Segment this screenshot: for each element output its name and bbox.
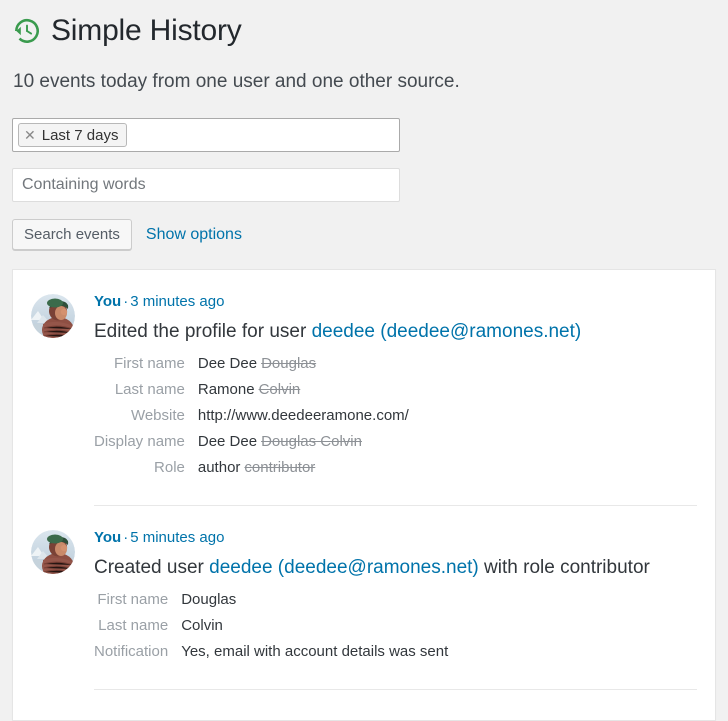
event-headline-pre: Edited the profile for user bbox=[94, 321, 312, 342]
search-filters: ✕ Last 7 days Search events Show options bbox=[0, 118, 728, 250]
meta-separator: · bbox=[123, 293, 129, 310]
event-meta: You · 5 minutes ago bbox=[94, 528, 697, 547]
detail-value: http://www.deedeeramone.com/ bbox=[198, 405, 413, 431]
event-headline-post: with role contributor bbox=[478, 557, 650, 578]
event-item: You · 3 minutes ago Edited the profile for… bbox=[13, 270, 715, 506]
detail-value: Yes, email with account details was sent bbox=[181, 641, 452, 667]
detail-key: Last name bbox=[114, 381, 185, 398]
table-row: First name Douglas bbox=[94, 589, 452, 615]
event-body: You · 3 minutes ago Edited the profile for… bbox=[94, 292, 697, 506]
detail-key: Display name bbox=[94, 433, 185, 450]
table-row: Notification Yes, email with account det… bbox=[94, 641, 452, 667]
event-headline-pre: Created user bbox=[94, 557, 210, 578]
detail-new-value: Dee Dee bbox=[197, 433, 258, 450]
event-body: You · 5 minutes ago Created user deedee (d… bbox=[94, 528, 697, 690]
detail-value: Dee Dee Douglas bbox=[198, 353, 413, 379]
detail-new-value: http://www.deedeeramone.com/ bbox=[197, 407, 409, 424]
table-row: First name Dee Dee Douglas bbox=[94, 353, 413, 379]
table-row: Last name Ramone Colvin bbox=[94, 379, 413, 405]
detail-new-value: Colvin bbox=[181, 617, 223, 634]
table-row: Role author contributor bbox=[94, 457, 413, 483]
event-headline: Created user deedee (deedee@ramones.net)… bbox=[94, 555, 697, 580]
detail-value: Colvin bbox=[181, 615, 452, 641]
detail-old-value: Douglas bbox=[261, 355, 317, 372]
detail-key: Website bbox=[130, 407, 185, 424]
page-title: Simple History bbox=[51, 14, 242, 47]
meta-separator: · bbox=[123, 529, 129, 546]
detail-key: Role bbox=[154, 459, 185, 476]
filter-actions: Search events Show options bbox=[12, 219, 728, 250]
page-header: Simple History bbox=[0, 0, 728, 52]
history-clock-icon bbox=[12, 16, 42, 46]
remove-x-icon[interactable]: ✕ bbox=[24, 128, 36, 142]
detail-old-value: contributor bbox=[244, 459, 316, 476]
detail-key: Last name bbox=[98, 617, 169, 634]
detail-new-value: Douglas bbox=[181, 591, 237, 608]
event-item: You · 5 minutes ago Created user deedee (d… bbox=[13, 506, 715, 690]
event-user-link[interactable]: You bbox=[94, 293, 121, 310]
event-time-link[interactable]: 3 minutes ago bbox=[130, 293, 224, 310]
event-user-link[interactable]: You bbox=[94, 529, 121, 546]
detail-value: author contributor bbox=[198, 457, 413, 483]
event-details-table: First name Dee Dee Douglas Last name Ramo… bbox=[94, 353, 413, 483]
event-time-link[interactable]: 5 minutes ago bbox=[130, 529, 224, 546]
event-details-table: First name Douglas Last name Colvin Noti… bbox=[94, 589, 452, 667]
detail-old-value: Douglas Colvin bbox=[261, 433, 362, 450]
detail-new-value: Dee Dee bbox=[197, 355, 258, 372]
detail-old-value: Colvin bbox=[258, 381, 301, 398]
detail-new-value: author bbox=[197, 459, 241, 476]
event-subject-link[interactable]: deedee (deedee@ramones.net) bbox=[312, 321, 582, 342]
detail-value: Dee Dee Douglas Colvin bbox=[198, 431, 413, 457]
event-meta: You · 3 minutes ago bbox=[94, 292, 697, 311]
detail-key: Notification bbox=[94, 643, 169, 660]
date-range-select[interactable]: ✕ Last 7 days bbox=[12, 118, 400, 152]
avatar bbox=[31, 530, 75, 574]
search-words-input[interactable] bbox=[12, 168, 400, 202]
events-list-card: You · 3 minutes ago Edited the profile for… bbox=[12, 269, 716, 721]
date-range-tag[interactable]: ✕ Last 7 days bbox=[18, 123, 128, 147]
event-headline: Edited the profile for user deedee (deed… bbox=[94, 319, 697, 344]
detail-new-value: Ramone bbox=[197, 381, 255, 398]
detail-value: Douglas bbox=[181, 589, 452, 615]
events-summary-subtitle: 10 events today from one user and one ot… bbox=[13, 71, 460, 92]
table-row: Display name Dee Dee Douglas Colvin bbox=[94, 431, 413, 457]
event-subject-link[interactable]: deedee (deedee@ramones.net) bbox=[209, 557, 479, 578]
detail-key: First name bbox=[97, 591, 169, 608]
table-row: Website http://www.deedeeramone.com/ bbox=[94, 405, 413, 431]
detail-value: Ramone Colvin bbox=[198, 379, 413, 405]
avatar bbox=[31, 294, 75, 338]
date-range-tag-label: Last 7 days bbox=[41, 126, 119, 144]
detail-key: First name bbox=[114, 355, 185, 372]
search-events-button[interactable]: Search events bbox=[12, 219, 132, 250]
detail-new-value: Yes, email with account details was sent bbox=[181, 643, 449, 660]
table-row: Last name Colvin bbox=[94, 615, 452, 641]
show-options-link[interactable]: Show options bbox=[146, 226, 242, 244]
